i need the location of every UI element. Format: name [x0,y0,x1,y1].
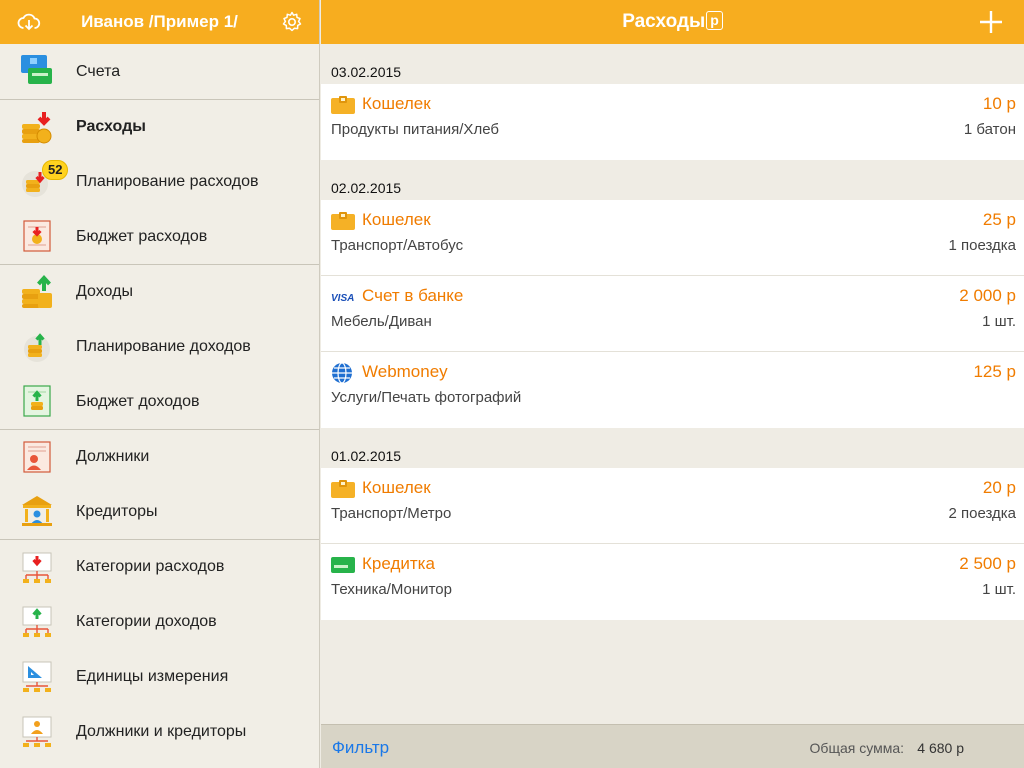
expense-quantity: 2 поездка [948,505,1016,522]
cloud-download-icon[interactable] [17,10,41,34]
expense-row[interactable]: Кредитка 2 500 р Техника/Монитор 1 шт. [321,544,1024,620]
sidebar-item-units[interactable]: Единицы измерения [0,649,319,704]
expense-amount: 2 500 р [959,554,1016,573]
sidebar-item-expense-planning[interactable]: 52 Планирование расходов [0,154,319,209]
expense-amount: 25 р [982,210,1016,229]
expense-budget-icon [23,220,51,252]
expense-category: Транспорт/Автобус [331,237,464,254]
sidebar-item-income[interactable]: Доходы [0,264,319,319]
sidebar: Иванов /Пример 1/ Счета Расходы 52 Плани… [0,0,320,768]
expense-amount: 2 000 р [959,286,1016,305]
wallet-icon [331,480,355,498]
sidebar-header: Иванов /Пример 1/ [0,0,319,44]
total-value: 4 680 р [917,740,964,756]
planning-count-badge: 52 [42,160,69,180]
sidebar-item-income-budget[interactable]: Бюджет доходов [0,374,319,429]
accounts-icon [21,55,52,84]
expense-quantity: 1 шт. [982,581,1016,598]
page-title: Расходы р [321,11,1024,33]
sidebar-item-label: Бюджет расходов [76,227,208,245]
income-budget-icon [23,385,51,417]
sidebar-item-label: Категории расходов [76,558,225,575]
expense-row[interactable]: Webmoney 125 р Услуги/Печать фотографий [321,352,1024,428]
expense-category: Транспорт/Метро [331,505,452,522]
expense-quantity: 1 поездка [948,237,1016,254]
sidebar-item-label: Планирование расходов [76,172,259,190]
bank-icon [22,496,52,526]
sidebar-item-income-planning[interactable]: Планирование доходов [0,319,319,374]
page-title-text: Расходы [622,11,706,32]
income-categories-icon [22,606,52,637]
account-name: Webmoney [362,362,448,381]
svg-text:VISA: VISA [331,293,354,304]
sidebar-item-debtors-creditors[interactable]: Должники и кредиторы [0,704,319,759]
sidebar-item-label: Категории доходов [76,612,217,630]
sidebar-item-label: Должники и кредиторы [76,722,247,740]
expense-amount: 125 р [973,362,1016,381]
gear-icon[interactable] [280,10,304,34]
sidebar-item-label: Доходы [76,283,133,300]
expense-row[interactable]: Кошелек 20 р Транспорт/Метро 2 поездка [321,468,1024,544]
bottom-toolbar: Фильтр Общая сумма: 4 680 р [321,724,1024,768]
expense-quantity: 1 шт. [982,313,1016,330]
date-header: 01.02.2015 [331,448,402,464]
main-header: Расходы р [321,0,1024,44]
expense-quantity: 1 батон [963,121,1016,138]
date-header: 03.02.2015 [331,64,402,80]
sidebar-item-accounts[interactable]: Счета [0,44,319,99]
account-name: Кошелек [362,478,431,497]
sidebar-title: Иванов /Пример 1/ [81,12,238,31]
currency-button[interactable]: р [706,11,723,30]
expenses-coins-icon [22,112,52,144]
expense-category: Услуги/Печать фотографий [331,389,522,406]
date-header: 02.02.2015 [331,180,402,196]
account-name: Кредитка [362,554,435,573]
expense-amount: 20 р [982,478,1016,497]
wallet-icon [331,212,355,230]
sidebar-item-label: Кредиторы [76,502,158,520]
expense-row[interactable]: VISA Счет в банке 2 000 р Мебель/Диван 1… [321,276,1024,352]
debtors-icon [23,441,51,473]
sidebar-item-income-categories[interactable]: Категории доходов [0,594,319,649]
ruler-triangle-icon [22,661,52,692]
sidebar-menu: Счета Расходы 52 Планирование расходов Б… [0,44,319,759]
expense-row[interactable]: Кошелек 25 р Транспорт/Автобус 1 поездка [321,200,1024,276]
sidebar-item-expense-categories[interactable]: Категории расходов [0,539,319,594]
expense-list[interactable]: 03.02.2015 Кошелек 10 р Продукты питания… [321,44,1024,724]
people-tree-icon [22,716,52,747]
account-name: Счет в банке [362,286,464,305]
expense-categories-icon [22,552,52,583]
sidebar-item-label: Счета [76,62,121,80]
sidebar-item-debtors[interactable]: Должники [0,429,319,484]
expense-amount: 10 р [982,94,1016,113]
main-panel: Расходы р 03.02.2015 Кошелек 10 р Продукт… [321,0,1024,768]
income-coins-icon [22,275,52,308]
expense-category: Продукты питания/Хлеб [331,121,499,138]
sidebar-item-creditors[interactable]: Кредиторы [0,484,319,539]
expense-category: Мебель/Диван [331,313,432,330]
sidebar-item-label: Единицы измерения [76,667,229,685]
income-planning-icon [24,333,50,362]
add-expense-button[interactable] [978,9,1004,35]
sidebar-item-label: Планирование доходов [76,337,251,355]
credit-card-icon [331,557,355,573]
sidebar-item-expense-budget[interactable]: Бюджет расходов [0,209,319,264]
wallet-icon [331,96,355,114]
expense-row[interactable]: Кошелек 10 р Продукты питания/Хлеб 1 бат… [321,84,1024,160]
total-label: Общая сумма: [809,740,904,756]
expense-category: Техника/Монитор [331,581,452,598]
account-name: Кошелек [362,94,431,113]
sidebar-item-label: Расходы [76,118,146,135]
webmoney-icon [332,362,352,384]
account-name: Кошелек [362,210,431,229]
filter-button[interactable]: Фильтр [332,738,389,758]
sidebar-item-label: Бюджет доходов [76,392,200,410]
visa-icon: VISA [331,293,354,304]
sidebar-item-expenses[interactable]: Расходы [0,99,319,154]
sidebar-item-label: Должники [76,448,150,465]
